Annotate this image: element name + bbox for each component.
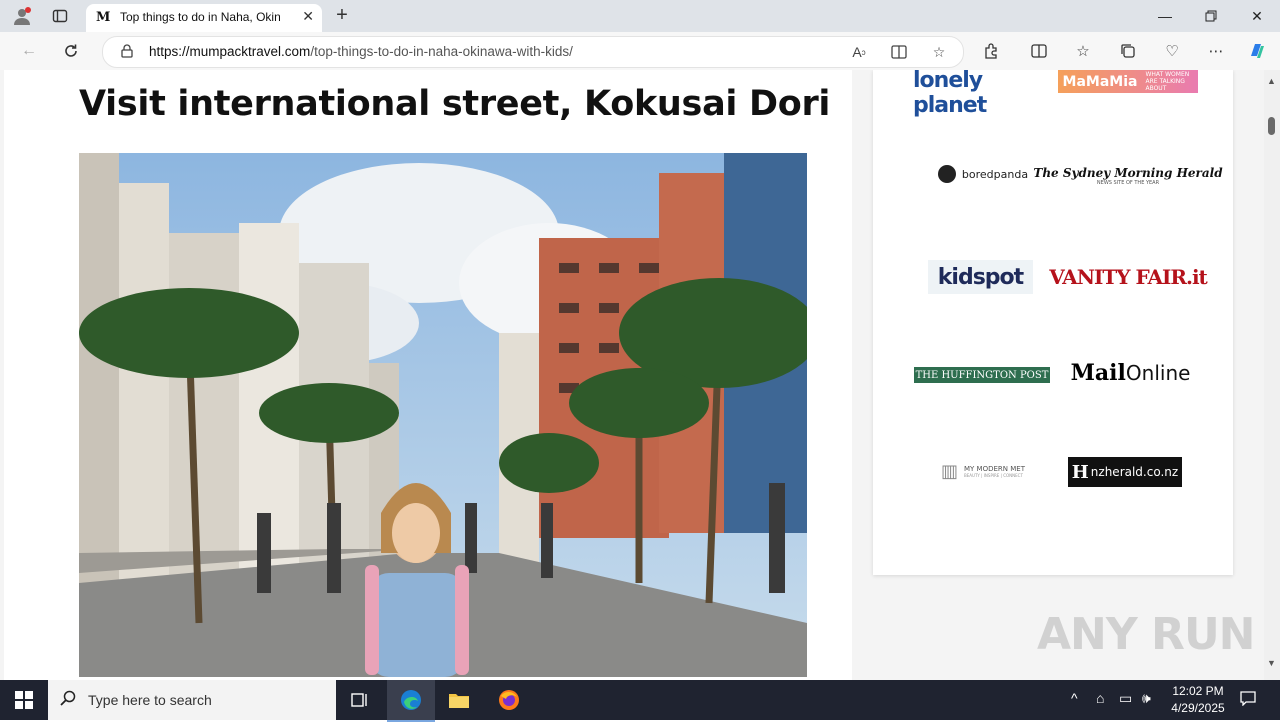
- my-modern-met-logo: ▥ MY MODERN MET BEAUTY | INSPIRE | CONNE…: [928, 458, 1038, 484]
- mamamia-tagline: WHAT WOMEN ARE TALKING ABOUT: [1145, 71, 1190, 92]
- address-bar[interactable]: https://mumpacktravel.com/top-things-to-…: [102, 36, 964, 68]
- url-domain: https://mumpacktravel.com: [149, 44, 311, 59]
- mumpack-favicon-icon: M: [96, 10, 111, 25]
- extensions-icon[interactable]: [980, 40, 1002, 62]
- panda-icon: [937, 165, 956, 183]
- anyrun-watermark: ANY RUN: [1037, 609, 1255, 660]
- restore-button[interactable]: [1188, 0, 1234, 32]
- read-aloud-icon[interactable]: Aↄ: [849, 42, 869, 62]
- favorite-star-icon[interactable]: ☆: [929, 42, 949, 62]
- scrollbar-thumb[interactable]: [1268, 117, 1275, 135]
- smh-tagline: NEWS SITE OF THE YEAR: [1096, 180, 1160, 186]
- favorites-icon[interactable]: ☆: [1072, 40, 1094, 62]
- collections-icon[interactable]: [1117, 40, 1139, 62]
- vanity-fair-logo: VANITY FAIR.it: [1049, 260, 1208, 294]
- active-tab[interactable]: M Top things to do in Naha, Okinawa with…: [86, 4, 322, 32]
- taskbar-clock[interactable]: 12:02 PM 4/29/2025: [1160, 683, 1236, 717]
- network-icon[interactable]: ▭: [1119, 690, 1132, 707]
- back-arrow-icon[interactable]: ←: [18, 40, 40, 62]
- vertical-scrollbar[interactable]: ▲ ▼: [1264, 70, 1280, 680]
- lonely-planet-text: lonely planet: [913, 70, 987, 118]
- new-tab-button[interactable]: +: [330, 4, 354, 28]
- show-hidden-icons-chevron[interactable]: ^: [1071, 690, 1078, 706]
- nzherald-text: nzherald.co.nz: [1090, 465, 1179, 479]
- mmm-text: MY MODERN MET: [964, 464, 1025, 473]
- volume-icon[interactable]: 🕪: [1142, 690, 1151, 707]
- clock-time: 12:02 PM: [1172, 684, 1224, 698]
- minimize-button[interactable]: —: [1142, 0, 1188, 32]
- boredpanda-logo: boredpanda: [928, 162, 1038, 186]
- kokusai-dori-photo: [79, 153, 807, 677]
- section-heading: Visit international street, Kokusai Dori: [79, 84, 831, 124]
- tab-strip: M Top things to do in Naha, Okinawa with…: [0, 0, 1280, 32]
- smh-text: The Sydney Morning Herald: [1033, 166, 1223, 180]
- notification-center-icon[interactable]: [1240, 690, 1256, 709]
- mail-text: Mail: [1070, 360, 1126, 386]
- more-menu-icon[interactable]: ⋯: [1205, 40, 1227, 62]
- browser-essentials-icon[interactable]: ♡: [1161, 40, 1183, 62]
- vanity-fair-text: VANITY FAIR.it: [1049, 265, 1208, 289]
- browser-toolbar: ← https://mumpacktravel.com/top-things-t…: [0, 32, 1280, 71]
- refresh-icon[interactable]: [60, 40, 82, 62]
- taskbar-search-box[interactable]: Type here to search: [48, 680, 336, 720]
- herald-h-icon: H: [1071, 461, 1089, 483]
- immersive-reader-icon[interactable]: [889, 42, 909, 62]
- scroll-up-arrow-icon[interactable]: ▲: [1267, 76, 1276, 86]
- search-icon: [60, 690, 76, 711]
- tab-actions-icon[interactable]: [50, 6, 70, 26]
- edge-taskbar-icon[interactable]: [387, 680, 435, 722]
- scroll-down-arrow-icon[interactable]: ▼: [1267, 658, 1276, 668]
- huffington-post-text: THE HUFFINGTON POST: [915, 369, 1049, 381]
- mamamia-logo: MaMaMia WHAT WOMEN ARE TALKING ABOUT: [1058, 70, 1198, 93]
- lonely-planet-logo: lonely planet: [913, 70, 1043, 118]
- split-screen-icon[interactable]: [1028, 40, 1050, 62]
- search-placeholder: Type here to search: [88, 692, 212, 708]
- firefox-icon[interactable]: [485, 680, 533, 720]
- windows-start-button[interactable]: [0, 680, 48, 720]
- kidspot-text: kidspot: [937, 264, 1024, 290]
- building-icon: ▥: [941, 460, 959, 481]
- clock-date: 4/29/2025: [1171, 701, 1225, 715]
- lock-icon[interactable]: [121, 44, 133, 61]
- url-text: https://mumpacktravel.com/top-things-to-…: [149, 44, 573, 59]
- meet-now-icon[interactable]: ⌂: [1096, 690, 1104, 706]
- kidspot-logo: kidspot: [928, 260, 1033, 294]
- huffington-post-logo: THE HUFFINGTON POST: [914, 367, 1050, 383]
- close-window-button[interactable]: ✕: [1234, 0, 1280, 32]
- close-tab-icon[interactable]: ✕: [302, 8, 314, 25]
- as-seen-in-card: lonely planet MaMaMia WHAT WOMEN ARE TAL…: [873, 70, 1233, 575]
- file-explorer-icon[interactable]: [435, 680, 483, 720]
- url-path: /top-things-to-do-in-naha-okinawa-with-k…: [310, 44, 573, 59]
- nzherald-logo: H nzherald.co.nz: [1068, 457, 1182, 487]
- tab-title: Top things to do in Naha, Okinawa with k…: [120, 10, 280, 24]
- online-text: Online: [1125, 361, 1191, 385]
- mmm-tagline: BEAUTY | INSPIRE | CONNECT: [964, 472, 1023, 478]
- profile-icon[interactable]: [12, 6, 32, 26]
- mamamia-text: MaMaMia: [1062, 73, 1138, 90]
- web-page: Visit international street, Kokusai Dori: [0, 70, 1264, 680]
- smh-logo: The Sydney Morning Herald NEWS SITE OF T…: [1033, 162, 1222, 190]
- windows-taskbar: Type here to search ^ ⌂ ▭ 🕪 12:02 PM 4/2…: [0, 680, 1280, 722]
- mailonline-logo: Mail Online: [1063, 358, 1198, 388]
- boredpanda-text: boredpanda: [961, 167, 1029, 181]
- copilot-icon[interactable]: [1246, 40, 1268, 62]
- article-column: Visit international street, Kokusai Dori: [4, 70, 852, 680]
- mmm-wordmark: MY MODERN MET BEAUTY | INSPIRE | CONNECT: [964, 465, 1025, 478]
- task-view-icon[interactable]: [336, 680, 384, 720]
